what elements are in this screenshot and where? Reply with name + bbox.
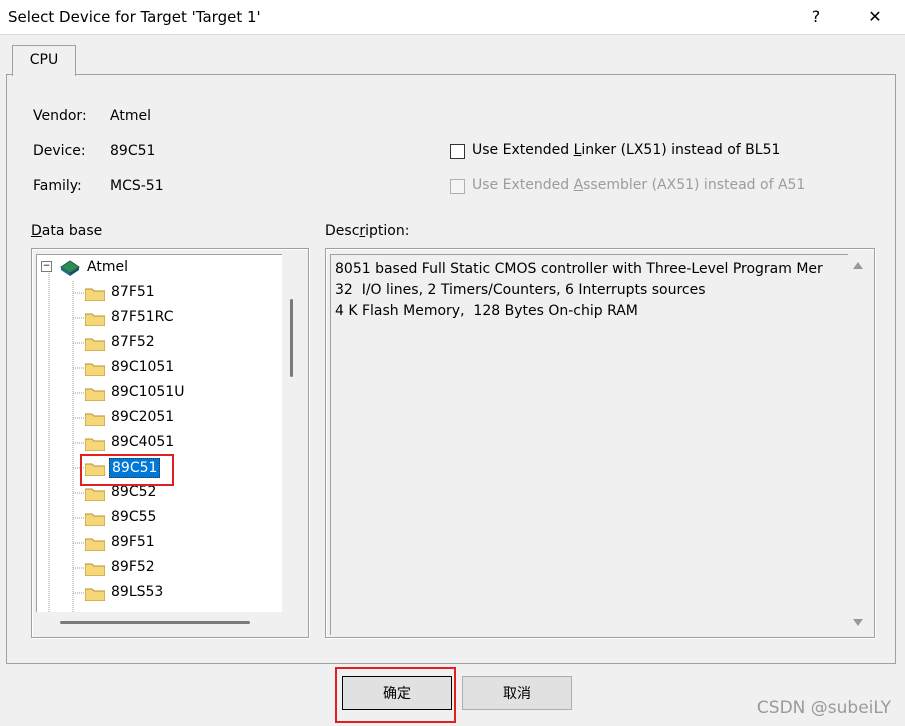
tree-item[interactable]: 89C4051	[37, 432, 283, 456]
database-label: Data base	[31, 223, 103, 239]
tree-item-label: 89F52	[111, 559, 155, 575]
tree-item[interactable]: 87F51RC	[37, 307, 283, 331]
tree-item-label: 89C52	[111, 484, 157, 500]
description-text: 8051 based Full Static CMOS controller w…	[335, 261, 823, 319]
tree-item-label: 89C1051	[111, 359, 175, 375]
tree-item[interactable]: 89C1051	[37, 357, 283, 381]
folder-icon	[85, 363, 105, 376]
extended-assembler-label: Use Extended Assembler (AX51) instead of…	[472, 177, 806, 193]
window-title: Select Device for Target 'Target 1'	[8, 8, 261, 26]
tree-item[interactable]: 89C55	[37, 507, 283, 531]
folder-icon	[85, 588, 105, 601]
extended-linker-checkbox[interactable]	[450, 144, 465, 159]
folder-icon	[85, 538, 105, 551]
tree-item-label: 89C1051U	[111, 384, 185, 400]
family-value: MCS-51	[110, 178, 164, 194]
close-button[interactable]: ✕	[852, 0, 898, 34]
title-bar: Select Device for Target 'Target 1' ? ✕	[0, 0, 905, 35]
tree-horizontal-scroll-thumb[interactable]	[60, 621, 250, 624]
folder-icon	[85, 338, 105, 351]
tree-item[interactable]: 89C2051	[37, 407, 283, 431]
vendor-label: Vendor:	[33, 108, 87, 124]
description-box: 8051 based Full Static CMOS controller w…	[330, 254, 849, 635]
tree-item-label: 87F51RC	[111, 309, 174, 325]
database-tree[interactable]: − Atmel 87F51 87F51RC 87F52 89C1051 89C1…	[36, 254, 283, 613]
device-label: Device:	[33, 143, 86, 159]
tree-item[interactable]: 87F51	[37, 282, 283, 306]
tree-horizontal-scrollbar[interactable]	[36, 612, 302, 632]
ok-button[interactable]: 确定	[342, 676, 452, 710]
tree-item[interactable]: 89C1051U	[37, 382, 283, 406]
help-button[interactable]: ?	[793, 0, 839, 34]
description-scrollbar[interactable]	[848, 254, 868, 634]
tree-item-label: 89LS53	[111, 584, 164, 600]
tree-item-label: 87F52	[111, 334, 155, 350]
folder-icon	[85, 413, 105, 426]
tree-vertical-scroll-thumb[interactable]	[290, 299, 293, 377]
tree-item[interactable]: 89F51	[37, 532, 283, 556]
tab-cpu[interactable]: CPU	[12, 45, 76, 76]
family-label: Family:	[33, 178, 82, 194]
description-label: Description:	[325, 223, 410, 239]
folder-icon	[85, 313, 105, 326]
cancel-button[interactable]: 取消	[462, 676, 572, 710]
collapse-icon[interactable]: −	[41, 261, 52, 272]
tree-item[interactable]: 89LS53	[37, 582, 283, 606]
scroll-up-icon[interactable]	[853, 262, 863, 269]
tree-root-atmel[interactable]: − Atmel	[37, 257, 283, 281]
book-icon	[60, 260, 80, 276]
tree-item-label: 89C55	[111, 509, 157, 525]
tree-item-label: 89C2051	[111, 409, 175, 425]
tree-item[interactable]: 89F52	[37, 557, 283, 581]
selected-item-highlight	[80, 454, 174, 486]
tree-root-label: Atmel	[87, 259, 128, 275]
device-value: 89C51	[110, 143, 156, 159]
watermark: CSDN @subeiLY	[756, 698, 891, 718]
folder-icon	[85, 438, 105, 451]
extended-linker-label[interactable]: Use Extended Linker (LX51) instead of BL…	[472, 142, 780, 158]
tree-item-label: 89C4051	[111, 434, 175, 450]
tree-item-label: 89F51	[111, 534, 155, 550]
folder-icon	[85, 388, 105, 401]
tree-item-label: 87F51	[111, 284, 155, 300]
extended-assembler-checkbox	[450, 179, 465, 194]
scroll-down-icon[interactable]	[853, 619, 863, 626]
folder-icon	[85, 488, 105, 501]
folder-icon	[85, 288, 105, 301]
vendor-value: Atmel	[110, 108, 151, 124]
tab-cpu-label: CPU	[29, 52, 59, 68]
folder-icon	[85, 513, 105, 526]
tree-vertical-scrollbar[interactable]	[282, 254, 302, 612]
folder-icon	[85, 563, 105, 576]
tree-item[interactable]: 87F52	[37, 332, 283, 356]
